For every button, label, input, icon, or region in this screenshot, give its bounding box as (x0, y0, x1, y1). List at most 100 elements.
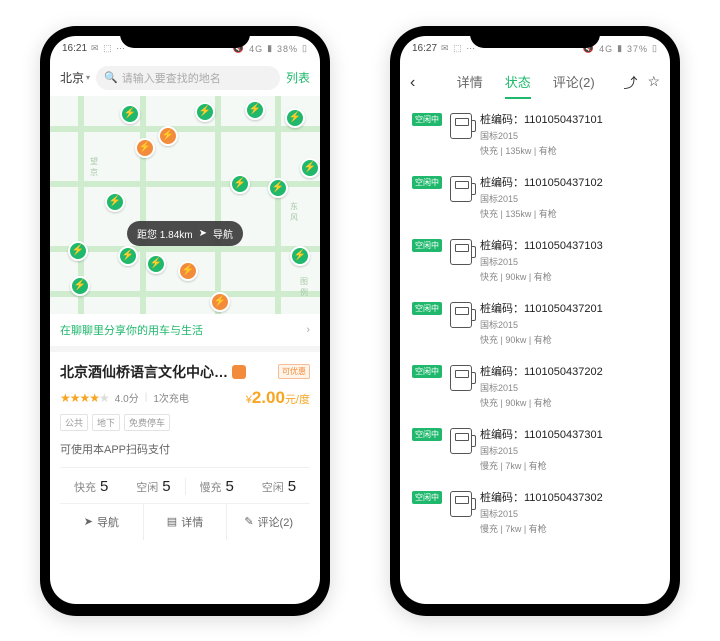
charger-code: 桩编码：1101050437302 (480, 489, 658, 505)
charger-code: 桩编码：1101050437202 (480, 363, 658, 379)
charger-row[interactable]: 空闲中 桩编码：1101050437101 国标2015 快充 | 135kw | 有… (400, 103, 670, 166)
battery-icon: ▯ (302, 43, 308, 54)
tab-header: ‹ 详情 状态 评论(2) ⤴ ☆ (400, 62, 670, 99)
map-pin[interactable]: ⚡ (300, 158, 320, 178)
charger-standard: 国标2015 (480, 255, 658, 268)
charger-icon (450, 239, 472, 265)
phone-left: 16:21 ✉ ⬚ ⋯ 🔇 4G ▮ 38% ▯ 北京 ▾ 🔍 请输入要查找的地… (40, 26, 330, 616)
action-nav[interactable]: ➤ 导航 (60, 504, 143, 540)
map-pin[interactable]: ⚡ (146, 254, 166, 274)
map-pin[interactable]: ⚡ (135, 138, 155, 158)
status-time: 16:21 (62, 43, 87, 54)
status-badge: 空闲中 (412, 113, 442, 126)
tab-comments[interactable]: 评论(2) (553, 68, 595, 99)
pay-note: 可使用本APP扫码支付 (60, 441, 310, 457)
tag: 免费停车 (124, 414, 170, 431)
status-signal-icon: ▮ (617, 43, 623, 54)
action-comments[interactable]: ✎ 评论(2) (226, 504, 310, 540)
map-pin[interactable]: ⚡ (70, 276, 90, 296)
status-net: 4G (249, 44, 263, 54)
charger-spec: 慢充 | 7kw | 有枪 (480, 522, 658, 535)
map-pin[interactable]: ⚡ (210, 292, 230, 312)
charger-code: 桩编码：1101050437102 (480, 174, 658, 190)
charger-row[interactable]: 空闲中桩编码：1101050437103国标2015快充 | 90kw | 有枪 (400, 229, 670, 292)
status-signal-icon: ▮ (267, 43, 273, 54)
status-badge: 空闲中 (412, 239, 442, 252)
station-title: 北京酒仙桥语言文化中心… (60, 362, 228, 382)
charger-row[interactable]: 空闲中桩编码：1101050437301国标2015慢充 | 7kw | 有枪 (400, 418, 670, 481)
distance-bubble[interactable]: 距您 1.84km ➤ 导航 (127, 221, 243, 246)
tab-status[interactable]: 状态 (505, 68, 531, 99)
charger-spec: 快充 | 135kw | 有枪 (480, 144, 658, 157)
notch (470, 26, 600, 48)
count-slow: 慢充 5 (185, 478, 248, 495)
price-unit: 元/度 (285, 394, 310, 406)
charger-standard: 国标2015 (480, 192, 658, 205)
charger-code: 桩编码：1101050437103 (480, 237, 658, 253)
action-row: ➤ 导航 ▤ 详情 ✎ 评论(2) (60, 503, 310, 540)
detail-icon: ▤ (167, 515, 177, 528)
screen-left: 16:21 ✉ ⬚ ⋯ 🔇 4G ▮ 38% ▯ 北京 ▾ 🔍 请输入要查找的地… (50, 36, 320, 604)
price-value: 2.00 (252, 388, 285, 407)
charger-standard: 国标2015 (480, 507, 658, 520)
charger-spec: 慢充 | 7kw | 有枪 (480, 459, 658, 472)
charger-code: 桩编码：1101050437101 (480, 111, 658, 127)
back-button[interactable]: ‹ (410, 74, 428, 92)
battery-icon: ▯ (652, 43, 658, 54)
status-time: 16:27 (412, 43, 437, 54)
searchbar: 北京 ▾ 🔍 请输入要查找的地名 列表 (50, 62, 320, 96)
map-pin[interactable]: ⚡ (268, 178, 288, 198)
tab-detail[interactable]: 详情 (457, 68, 483, 99)
map-pin[interactable]: ⚡ (285, 108, 305, 128)
map-pin[interactable]: ⚡ (245, 100, 265, 120)
status-battery: 38% (277, 44, 298, 54)
nav-text: 导航 (213, 226, 233, 241)
share-strip[interactable]: 在聊聊里分享你的用车与生活 › (50, 314, 320, 352)
comment-icon: ✎ (244, 515, 253, 528)
map-pin[interactable]: ⚡ (230, 174, 250, 194)
map[interactable]: 望京 东风 图例 ⚡ ⚡ ⚡ ⚡ ⚡ ⚡ ⚡ ⚡ ⚡ ⚡ ⚡ ⚡ ⚡ ⚡ ⚡ ⚡… (50, 96, 320, 314)
map-pin[interactable]: ⚡ (158, 126, 178, 146)
star-icon[interactable]: ☆ (647, 73, 660, 93)
notch (120, 26, 250, 48)
list-link[interactable]: 列表 (286, 69, 310, 86)
charger-spec: 快充 | 90kw | 有枪 (480, 333, 658, 346)
charger-standard: 国标2015 (480, 129, 658, 142)
charger-standard: 国标2015 (480, 381, 658, 394)
charger-icon (450, 428, 472, 454)
promo-tag: 可优惠 (278, 364, 310, 379)
chevron-right-icon: › (306, 324, 310, 336)
share-icon[interactable]: ⤴ (623, 73, 637, 93)
charger-icon (450, 491, 472, 517)
charger-list[interactable]: 空闲中 桩编码：1101050437101 国标2015 快充 | 135kw | 有… (400, 99, 670, 604)
action-detail[interactable]: ▤ 详情 (143, 504, 227, 540)
phone-right: 16:27 ✉ ⬚ ⋯ 🔇 4G ▮ 37% ▯ ‹ 详情 状态 评论(2) ⤴… (390, 26, 680, 616)
map-pin[interactable]: ⚡ (120, 104, 140, 124)
map-pin[interactable]: ⚡ (105, 192, 125, 212)
status-badge: 空闲中 (412, 176, 442, 189)
map-pin[interactable]: ⚡ (68, 241, 88, 261)
charger-row[interactable]: 空闲中桩编码：1101050437302国标2015慢充 | 7kw | 有枪 (400, 481, 670, 544)
count-slow-idle: 空闲 5 (248, 478, 310, 495)
charger-standard: 国标2015 (480, 318, 658, 331)
status-icons-left: ✉ ⬚ ⋯ (91, 43, 126, 54)
map-pin[interactable]: ⚡ (195, 102, 215, 122)
status-battery: 37% (627, 44, 648, 54)
rating-score: 4.0分 (115, 390, 139, 405)
search-input[interactable]: 🔍 请输入要查找的地名 (96, 66, 280, 90)
count-fast: 快充 5 (60, 478, 122, 495)
map-pin[interactable]: ⚡ (118, 246, 138, 266)
tag: 地下 (92, 414, 120, 431)
charger-row[interactable]: 空闲中桩编码：1101050437201国标2015快充 | 90kw | 有枪 (400, 292, 670, 355)
map-pin[interactable]: ⚡ (178, 261, 198, 281)
distance-text: 距您 1.84km (137, 226, 193, 241)
charger-spec: 快充 | 90kw | 有枪 (480, 396, 658, 409)
counts-row: 快充 5 空闲 5 慢充 5 空闲 5 (60, 467, 310, 503)
status-badge: 空闲中 (412, 428, 442, 441)
nav-arrow-icon: ➤ (199, 228, 207, 239)
charger-row[interactable]: 空闲中桩编码：1101050437202国标2015快充 | 90kw | 有枪 (400, 355, 670, 418)
charger-spec: 快充 | 135kw | 有枪 (480, 207, 658, 220)
map-pin[interactable]: ⚡ (290, 246, 310, 266)
city-picker[interactable]: 北京 ▾ (60, 69, 90, 86)
charger-row[interactable]: 空闲中 桩编码：1101050437102 国标2015 快充 | 135kw | 有… (400, 166, 670, 229)
